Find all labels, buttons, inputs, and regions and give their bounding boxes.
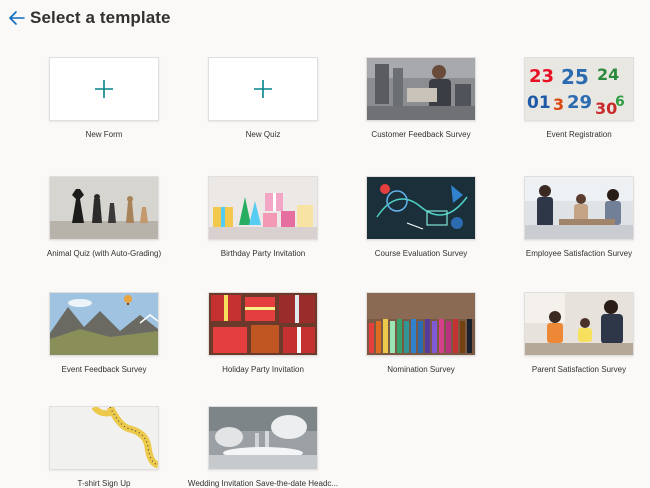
template-card-event-registration[interactable]: 23 25 24 01 3 29 30 6 Event Registration: [499, 57, 650, 139]
template-label: T-shirt Sign Up: [77, 479, 131, 488]
chess-pieces-image: [50, 177, 158, 239]
template-label: Nomination Survey: [387, 365, 455, 374]
chalkboard-sketch-image: [367, 177, 475, 239]
template-thumbnail[interactable]: [366, 176, 476, 240]
template-thumbnail[interactable]: [49, 406, 159, 470]
template-label: Customer Feedback Survey: [371, 130, 471, 139]
template-card-birthday-party[interactable]: Birthday Party Invitation: [183, 176, 343, 258]
template-thumbnail[interactable]: [208, 57, 318, 121]
template-thumbnail[interactable]: [524, 176, 634, 240]
template-thumbnail[interactable]: [366, 57, 476, 121]
svg-text:3: 3: [553, 95, 564, 114]
template-label: Birthday Party Invitation: [220, 249, 306, 258]
template-label: Employee Satisfaction Survey: [525, 249, 633, 258]
template-card-course-evaluation[interactable]: Course Evaluation Survey: [341, 176, 501, 258]
template-card-customer-feedback[interactable]: Customer Feedback Survey: [341, 57, 501, 139]
template-label: Animal Quiz (with Auto-Grading): [46, 249, 162, 258]
template-card-holiday-party[interactable]: Holiday Party Invitation: [183, 292, 343, 374]
template-card-new-form[interactable]: New Form: [24, 57, 184, 139]
template-card-tshirt-signup[interactable]: T-shirt Sign Up: [24, 406, 184, 488]
svg-text:6: 6: [615, 94, 625, 110]
template-label: Event Registration: [546, 130, 612, 139]
svg-text:24: 24: [597, 65, 619, 84]
wrapped-presents-image: [209, 293, 317, 355]
svg-text:29: 29: [567, 92, 592, 113]
template-card-new-quiz[interactable]: New Quiz: [183, 57, 343, 139]
measuring-tape-image: [50, 407, 158, 469]
template-card-animal-quiz[interactable]: Animal Quiz (with Auto-Grading): [24, 176, 184, 258]
template-thumbnail[interactable]: [49, 176, 159, 240]
family-kitchen-image: [525, 293, 633, 355]
template-thumbnail[interactable]: [208, 406, 318, 470]
colored-pencils-image: [367, 293, 475, 355]
colorful-numbers-image: 23 25 24 01 3 29 30 6: [525, 58, 633, 120]
svg-text:25: 25: [561, 65, 589, 89]
template-label: Course Evaluation Survey: [374, 249, 468, 258]
wedding-table-image: [209, 407, 317, 469]
party-gifts-image: [209, 177, 317, 239]
template-thumbnail[interactable]: [49, 292, 159, 356]
office-team-image: [525, 177, 633, 239]
template-thumbnail[interactable]: 23 25 24 01 3 29 30 6: [524, 57, 634, 121]
template-card-nomination[interactable]: Nomination Survey: [341, 292, 501, 374]
template-card-employee-satisfaction[interactable]: Employee Satisfaction Survey: [499, 176, 650, 258]
template-thumbnail[interactable]: [366, 292, 476, 356]
svg-text:30: 30: [595, 99, 617, 118]
plus-icon: [95, 80, 113, 98]
template-label: New Form: [85, 130, 123, 139]
template-label: Parent Satisfaction Survey: [531, 365, 627, 374]
template-thumbnail[interactable]: [524, 292, 634, 356]
plus-icon: [254, 80, 272, 98]
template-label: Holiday Party Invitation: [222, 365, 304, 374]
template-thumbnail[interactable]: [208, 176, 318, 240]
svg-text:23: 23: [529, 66, 554, 87]
mountain-balloon-image: [50, 293, 158, 355]
template-card-parent-satisfaction[interactable]: Parent Satisfaction Survey: [499, 292, 650, 374]
svg-text:01: 01: [527, 93, 551, 113]
template-grid: New Form New Quiz Customer Feedback Surv…: [0, 0, 650, 488]
template-thumbnail[interactable]: [49, 57, 159, 121]
template-card-wedding-invitation[interactable]: Wedding Invitation Save-the-date Headc..…: [183, 406, 343, 488]
template-label: Event Feedback Survey: [61, 365, 147, 374]
template-thumbnail[interactable]: [208, 292, 318, 356]
template-card-event-feedback[interactable]: Event Feedback Survey: [24, 292, 184, 374]
template-label: Wedding Invitation Save-the-date Headc..…: [187, 479, 339, 488]
template-label: New Quiz: [245, 130, 281, 139]
office-meeting-image: [367, 58, 475, 120]
